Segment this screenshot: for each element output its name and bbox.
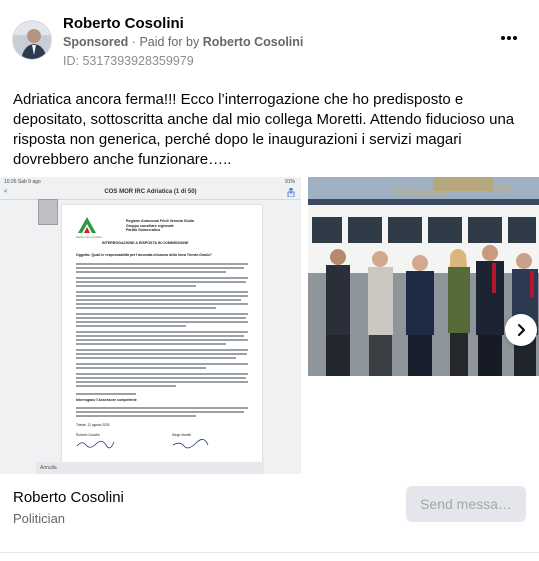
group-photo-image: Consorzio hip [308, 177, 539, 376]
ad-id: ID: 5317393928359979 [63, 54, 194, 68]
carousel-slide-document[interactable]: 10:26 Sab 9 ago 91% < COS MOR IRC Adriat… [0, 177, 301, 474]
cancel-label: Annulla [40, 465, 57, 471]
handwritten-signature-1 [76, 440, 115, 449]
chevron-right-icon [518, 324, 525, 336]
sponsored-line: Sponsored · Paid for by Roberto Cosolini [63, 35, 303, 49]
more-horizontal-icon[interactable] [501, 36, 517, 42]
footer-page-name[interactable]: Roberto Cosolini [13, 489, 124, 506]
carousel-next-button[interactable] [505, 314, 537, 346]
separator-dot: · [131, 35, 136, 49]
mail-subject: COS MOR IRC Adriatica (1 di 50) [104, 189, 197, 195]
status-battery: 91% [284, 179, 295, 185]
doc-signature-1: Roberto Cosolini [76, 433, 100, 437]
post-text: Adriatica ancora ferma!!! Ecco l’interro… [13, 91, 515, 168]
doc-section-title: Interrogano l’Assessore competente [76, 398, 137, 402]
share-icon [287, 187, 295, 199]
pdf-thumbnail [38, 199, 58, 225]
author-avatar[interactable] [12, 20, 52, 60]
footer-page-category: Politician [13, 511, 66, 526]
boat-sign-text-2: hip [496, 180, 511, 194]
send-message-button[interactable]: Send messa… [406, 486, 526, 522]
sponsored-post-card: Roberto Cosolini Sponsored · Paid for by… [0, 0, 539, 553]
doc-closing: Trieste, 12 agosto 2025 [76, 423, 110, 427]
sponsored-label[interactable]: Sponsored [63, 35, 128, 49]
paid-for-name: Roberto Cosolini [202, 35, 304, 49]
doc-heading: INTERROGAZIONE A RISPOSTA IN COMMISSIONE [102, 241, 189, 245]
mail-title-bar: < COS MOR IRC Adriatica (1 di 50) [0, 186, 301, 200]
device-bottom-bar: Annulla [36, 462, 264, 474]
post-header: Roberto Cosolini Sponsored · Paid for by… [12, 14, 527, 70]
paid-for-label: Paid for by [139, 35, 200, 49]
doc-org-line-3: Partito Democratico [126, 228, 161, 233]
image-carousel: 10:26 Sab 9 ago 91% < COS MOR IRC Adriat… [0, 177, 539, 474]
doc-object: Oggetto: Quali le responsabilità per l’a… [76, 253, 212, 257]
carousel-slide-photo[interactable]: Consorzio hip [308, 177, 539, 376]
status-time: 10:26 Sab 9 ago [4, 179, 41, 185]
pd-logo-icon [76, 215, 98, 235]
doc-signature-2: Diego Moretti [172, 433, 191, 437]
handwritten-signature-2 [172, 439, 209, 449]
author-name[interactable]: Roberto Cosolini [63, 15, 184, 32]
pdf-page: Partito Democratico Regione Autonoma Fri… [62, 205, 262, 463]
